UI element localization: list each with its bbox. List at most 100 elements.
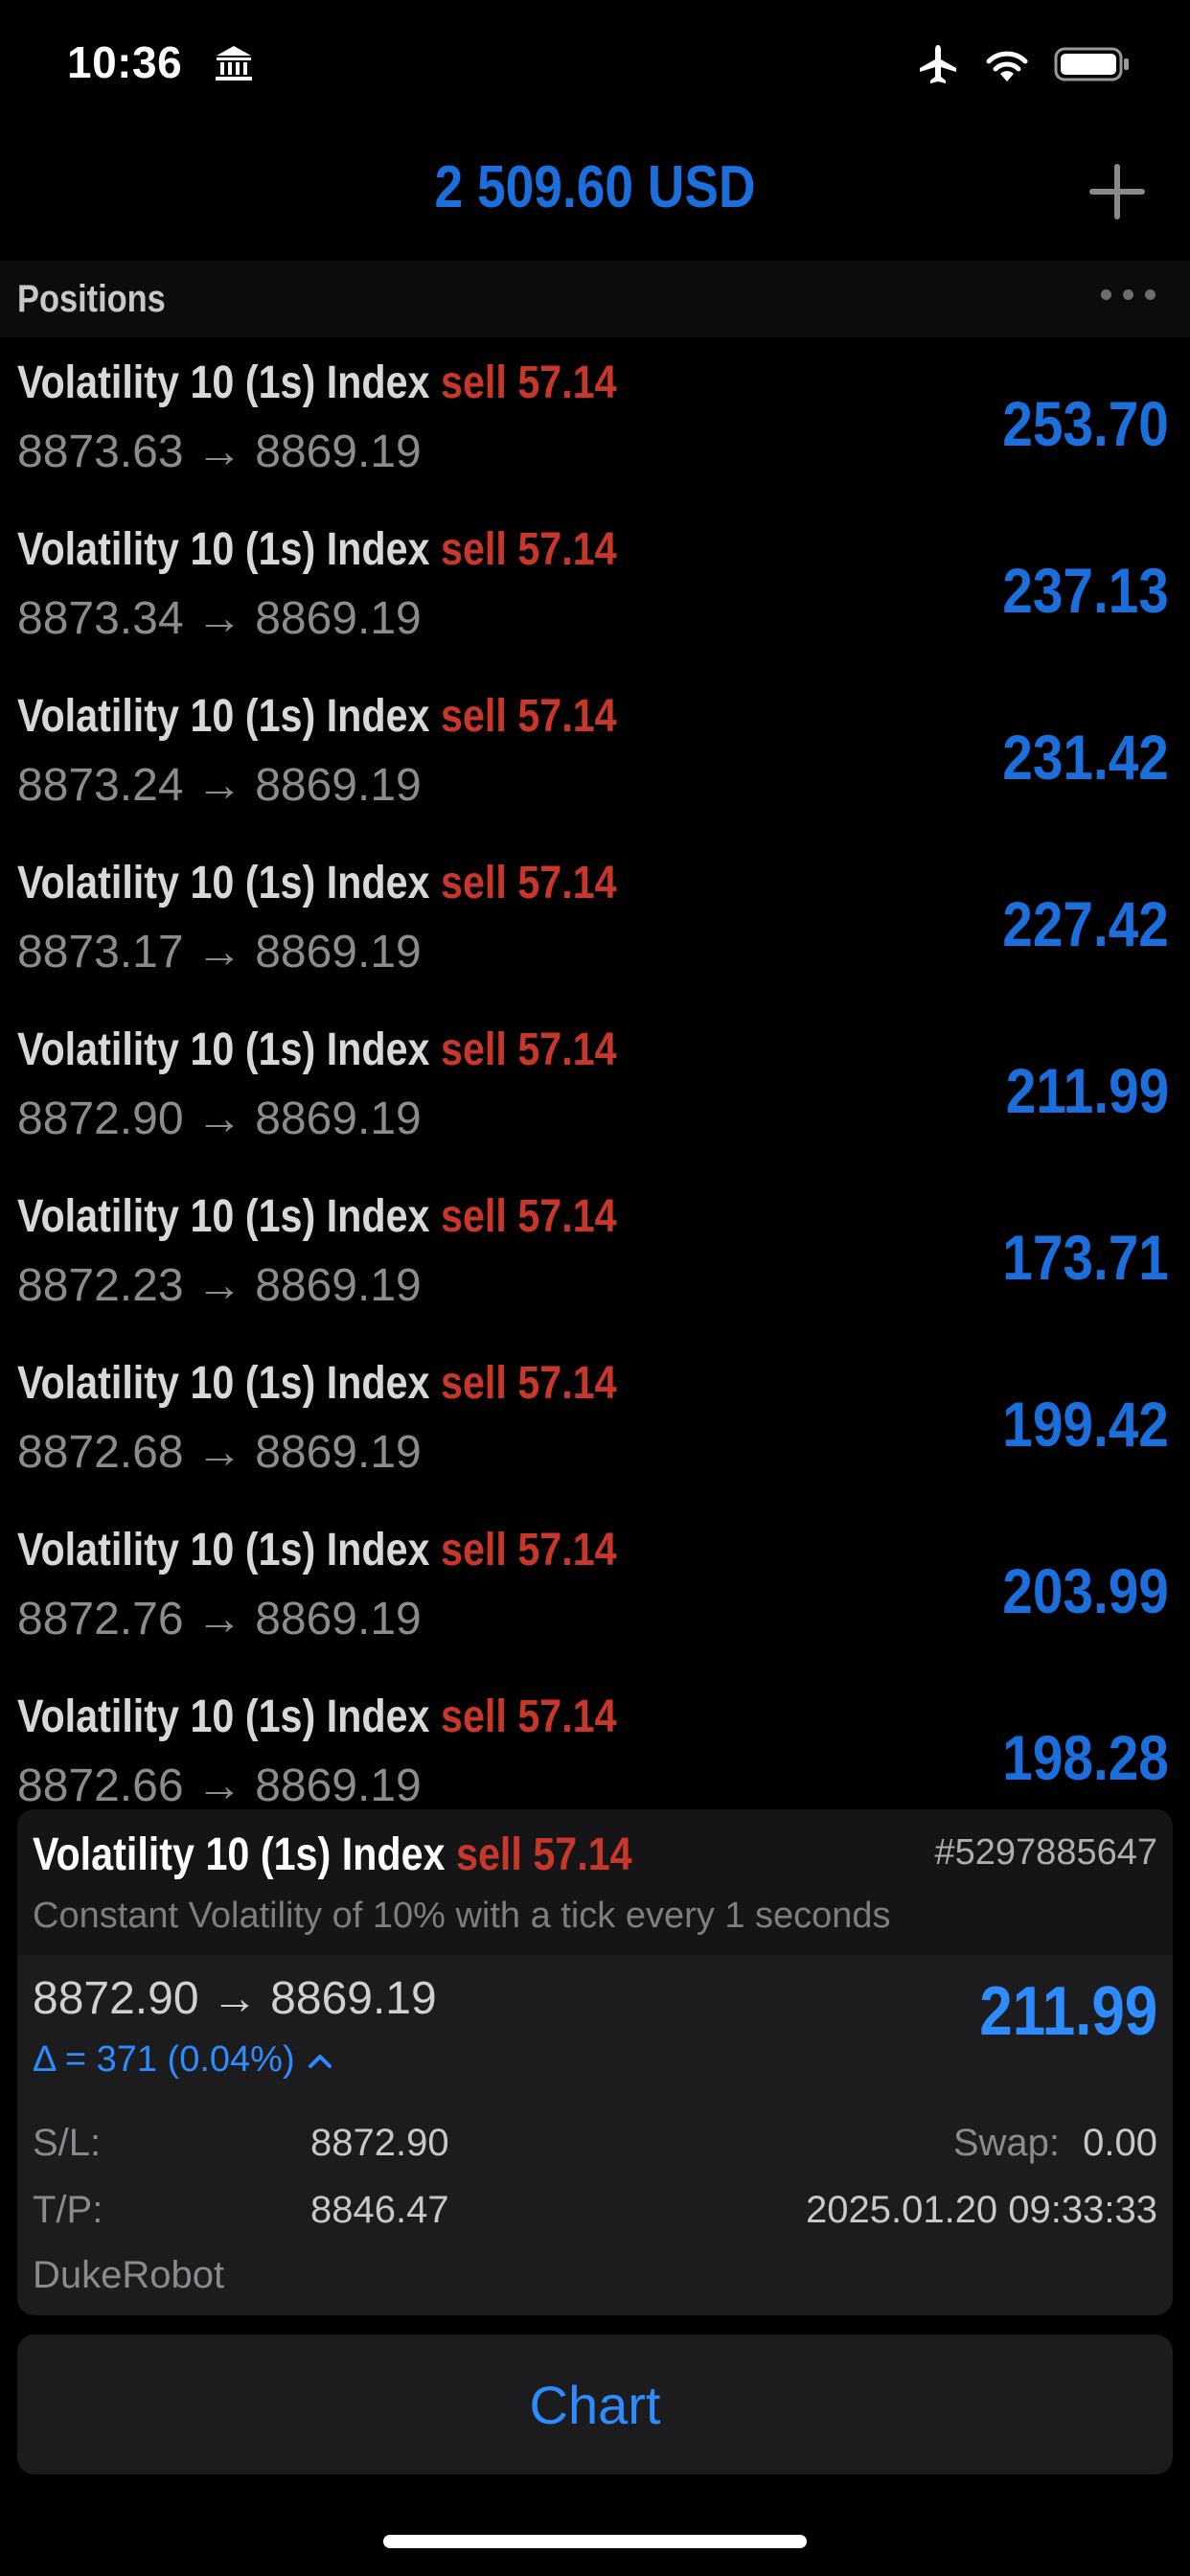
detail-delta: Δ = 371 (0.04%)	[33, 2039, 333, 2081]
position-row[interactable]: Volatility 10 (1s) Index sell 57.14 8872…	[0, 1338, 1190, 1505]
position-row[interactable]: Volatility 10 (1s) Index sell 57.14 8872…	[0, 1505, 1190, 1671]
positions-list[interactable]: Volatility 10 (1s) Index sell 57.14 8873…	[0, 337, 1190, 1807]
open-price: 8872.90	[17, 1093, 184, 1144]
current-price: 8869.19	[255, 1594, 422, 1644]
arrow-icon: →	[195, 1260, 242, 1311]
current-price: 8869.19	[255, 1760, 422, 1807]
position-prices: 8873.34 → 8869.19	[17, 592, 422, 645]
arrow-icon: →	[195, 1093, 242, 1144]
open-price: 8872.68	[17, 1427, 184, 1478]
detail-description: Constant Volatility of 10% with a tick e…	[33, 1896, 891, 1936]
detail-symbol: Volatility 10 (1s) Index	[33, 1829, 446, 1880]
current-price: 8869.19	[255, 593, 422, 644]
airplane-icon	[920, 45, 956, 83]
detail-comment: DukeRobot	[33, 2254, 225, 2296]
battery-icon	[1054, 47, 1129, 81]
position-side: sell 57.14	[440, 691, 617, 742]
detail-header: Volatility 10 (1s) Index sell 57.14 #529…	[17, 1809, 1173, 1955]
open-price: 8872.66	[17, 1760, 184, 1807]
position-symbol: Volatility 10 (1s) Index	[17, 858, 430, 908]
position-title: Volatility 10 (1s) Index sell 57.14	[17, 1190, 617, 1243]
position-profit: 173.71	[1002, 1222, 1169, 1293]
position-symbol: Volatility 10 (1s) Index	[17, 691, 430, 742]
position-row[interactable]: Volatility 10 (1s) Index sell 57.14 8873…	[0, 504, 1190, 671]
chevron-up-icon	[308, 2054, 332, 2068]
detail-title: Volatility 10 (1s) Index sell 57.14	[33, 1828, 632, 1881]
position-prices: 8873.24 → 8869.19	[17, 759, 422, 812]
position-symbol: Volatility 10 (1s) Index	[17, 1691, 430, 1742]
arrow-icon: →	[195, 760, 242, 811]
position-title: Volatility 10 (1s) Index sell 57.14	[17, 1357, 617, 1410]
open-price: 8873.63	[17, 426, 184, 477]
position-title: Volatility 10 (1s) Index sell 57.14	[17, 1524, 617, 1576]
position-title: Volatility 10 (1s) Index sell 57.14	[17, 857, 617, 909]
position-symbol: Volatility 10 (1s) Index	[17, 357, 430, 408]
position-symbol: Volatility 10 (1s) Index	[17, 1191, 430, 1242]
arrow-icon: →	[195, 426, 242, 477]
add-order-button[interactable]	[1079, 153, 1156, 230]
position-row[interactable]: Volatility 10 (1s) Index sell 57.14 8873…	[0, 337, 1190, 504]
status-time: 10:36	[67, 37, 183, 87]
position-prices: 8872.23 → 8869.19	[17, 1259, 422, 1312]
positions-section-header: Positions	[0, 261, 1190, 337]
position-side: sell 57.14	[440, 357, 617, 408]
position-row[interactable]: Volatility 10 (1s) Index sell 57.14 8873…	[0, 671, 1190, 838]
account-balance[interactable]: 2 509.60 USD	[83, 153, 1107, 221]
position-profit: 199.42	[1002, 1389, 1169, 1460]
current-price: 8869.19	[255, 1427, 422, 1478]
arrow-icon: →	[195, 593, 242, 644]
position-row[interactable]: Volatility 10 (1s) Index sell 57.14 8872…	[0, 1171, 1190, 1338]
open-price: 8872.23	[17, 1260, 184, 1311]
position-symbol: Volatility 10 (1s) Index	[17, 1525, 430, 1576]
position-row[interactable]: Volatility 10 (1s) Index sell 57.14 8872…	[0, 1004, 1190, 1171]
position-row[interactable]: Volatility 10 (1s) Index sell 57.14 8873…	[0, 838, 1190, 1004]
position-side: sell 57.14	[440, 1358, 617, 1409]
position-profit: 237.13	[1002, 555, 1169, 626]
status-icons	[916, 42, 1131, 86]
position-profit: 253.70	[1002, 388, 1169, 459]
position-profit: 211.99	[1005, 1055, 1169, 1126]
position-prices: 8872.76 → 8869.19	[17, 1593, 422, 1645]
position-symbol: Volatility 10 (1s) Index	[17, 1024, 430, 1075]
position-prices: 8873.63 → 8869.19	[17, 426, 422, 478]
current-price: 8869.19	[255, 927, 422, 978]
position-prices: 8872.66 → 8869.19	[17, 1760, 422, 1807]
position-row[interactable]: Volatility 10 (1s) Index sell 57.14 8872…	[0, 1671, 1190, 1807]
position-title: Volatility 10 (1s) Index sell 57.14	[17, 1024, 617, 1076]
position-profit: 227.42	[1002, 888, 1169, 959]
current-price: 8869.19	[255, 1093, 422, 1144]
current-price: 8869.19	[255, 760, 422, 811]
wifi-icon	[986, 51, 1028, 81]
detail-prices: 8872.90 → 8869.19	[33, 1973, 437, 2024]
position-symbol: Volatility 10 (1s) Index	[17, 1358, 430, 1409]
detail-ticket: #5297885647	[934, 1832, 1157, 1873]
open-price: 8873.24	[17, 760, 184, 811]
chart-button[interactable]: Chart	[17, 2334, 1173, 2474]
more-options-icon[interactable]	[1101, 289, 1156, 300]
delta-value: Δ = 371 (0.04%)	[33, 2039, 295, 2080]
current-price: 8869.19	[255, 426, 422, 477]
arrow-icon: →	[195, 1594, 242, 1644]
home-indicator[interactable]	[383, 2535, 807, 2548]
position-detail-card[interactable]: Volatility 10 (1s) Index sell 57.14 #529…	[17, 1809, 1173, 2315]
position-title: Volatility 10 (1s) Index sell 57.14	[17, 1690, 617, 1743]
arrow-icon: →	[195, 1427, 242, 1478]
position-side: sell 57.14	[440, 1024, 617, 1075]
position-profit: 203.99	[1002, 1555, 1169, 1626]
open-price: 8873.34	[17, 593, 184, 644]
current-price: 8869.19	[255, 1260, 422, 1311]
arrow-icon: →	[195, 1760, 242, 1807]
header: 2 509.60 USD	[0, 134, 1190, 259]
position-side: sell 57.14	[440, 858, 617, 908]
position-side: sell 57.14	[440, 1525, 617, 1576]
open-price: 8872.76	[17, 1594, 184, 1644]
position-prices: 8872.90 → 8869.19	[17, 1092, 422, 1145]
open-price: 8873.17	[17, 927, 184, 978]
sl-label: S/L:	[33, 2122, 102, 2164]
swap-value: 0.00	[1083, 2122, 1157, 2164]
position-prices: 8872.68 → 8869.19	[17, 1426, 422, 1479]
detail-side: sell 57.14	[455, 1829, 632, 1880]
bank-icon	[216, 46, 252, 80]
open-time: 2025.01.20 09:33:33	[805, 2189, 1157, 2231]
position-profit: 231.42	[1002, 722, 1169, 793]
